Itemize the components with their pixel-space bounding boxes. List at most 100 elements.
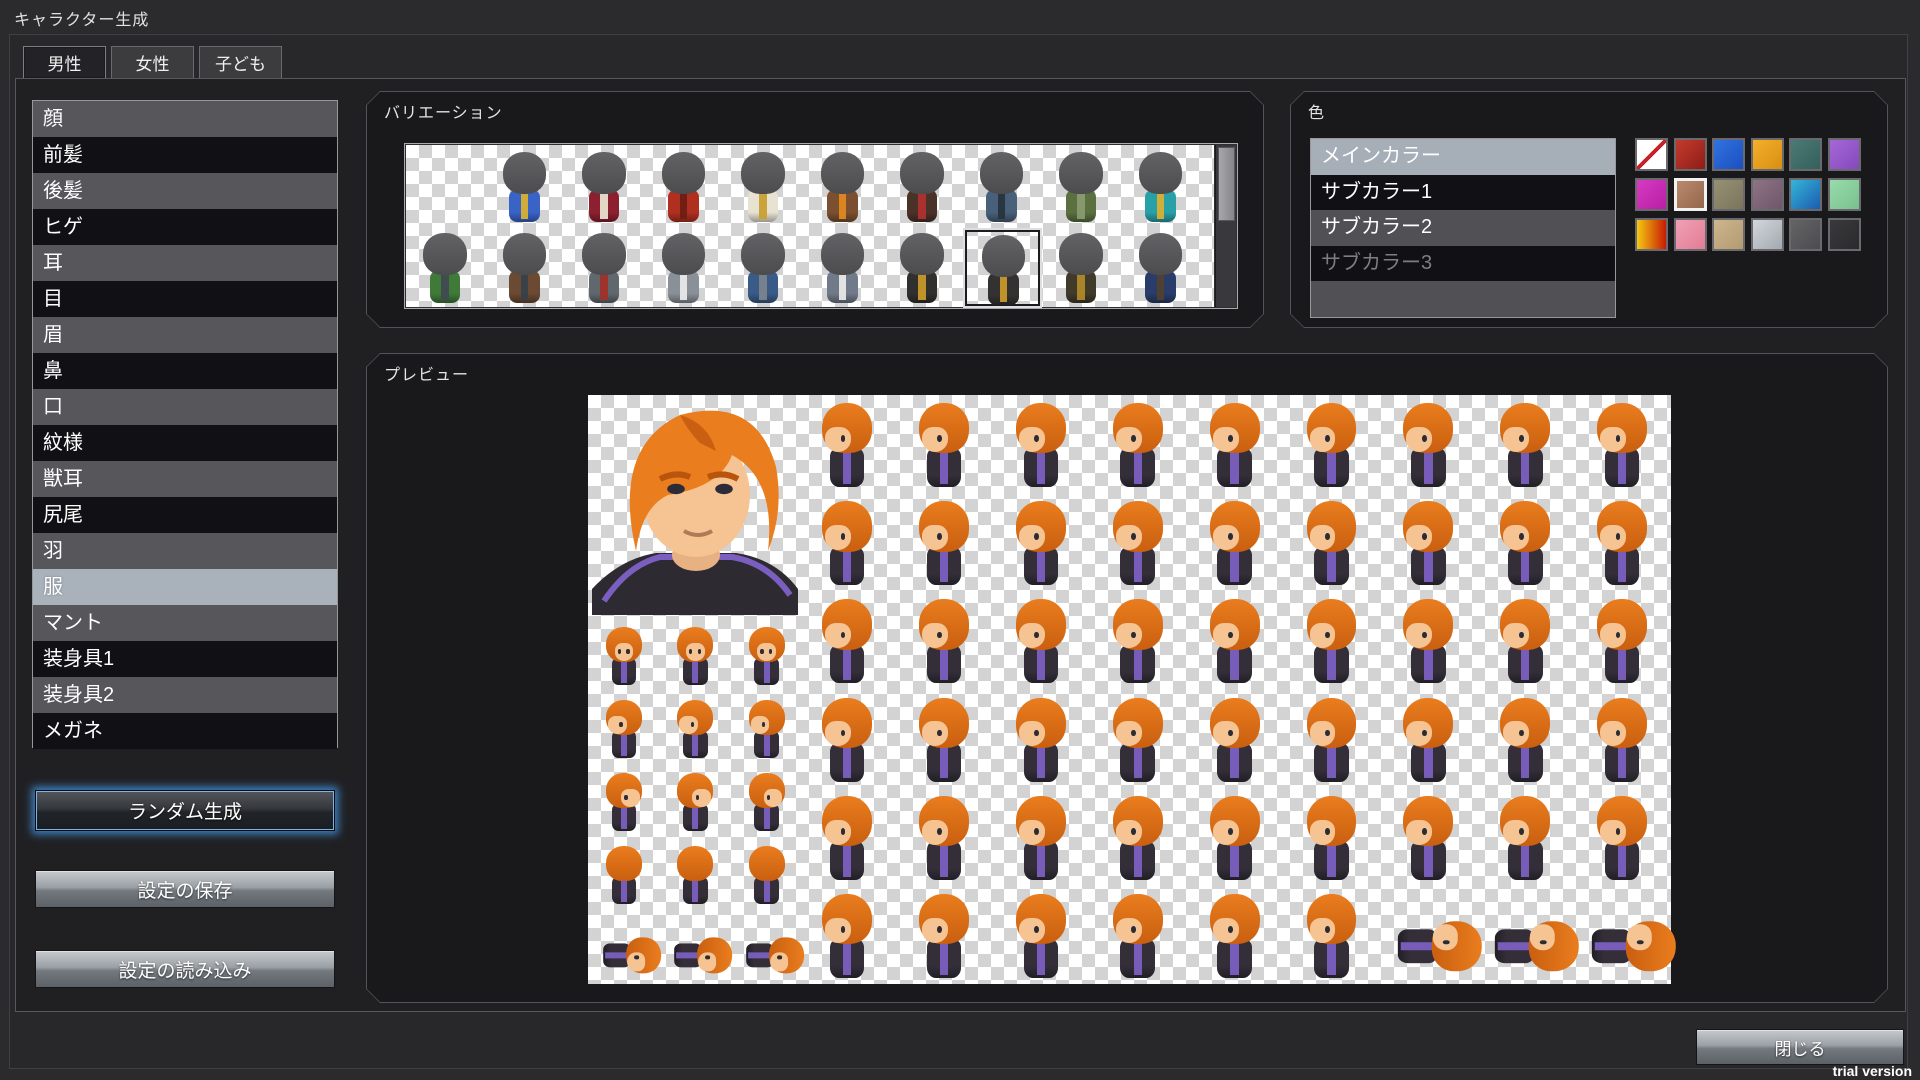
scrollbar-thumb[interactable] — [1218, 147, 1235, 221]
parts-list-item[interactable]: 目 — [33, 281, 337, 317]
parts-list-item[interactable]: 装身具1 — [33, 641, 337, 677]
variation-cell[interactable] — [645, 228, 724, 308]
color-swatch[interactable] — [1635, 178, 1668, 211]
battler-sprite — [1300, 599, 1364, 683]
battler-sprite — [1396, 796, 1460, 880]
load-settings-button[interactable]: 設定の読み込み — [35, 950, 335, 988]
save-settings-button[interactable]: 設定の保存 — [35, 870, 335, 908]
sprite-face — [825, 820, 851, 845]
variation-cell[interactable] — [963, 147, 1042, 227]
color-swatch[interactable] — [1828, 178, 1861, 211]
tab-child[interactable]: 子ども — [199, 46, 282, 79]
color-swatch[interactable] — [1751, 138, 1784, 171]
parts-list-item[interactable]: 鼻 — [33, 353, 337, 389]
parts-list-item[interactable]: 羽 — [33, 533, 337, 569]
variation-cell[interactable] — [724, 147, 803, 227]
parts-list-item[interactable]: マント — [33, 605, 337, 641]
sprite-head — [1597, 599, 1647, 649]
sprite-body-trim — [759, 192, 766, 219]
color-swatch[interactable] — [1751, 218, 1784, 251]
color-swatch[interactable] — [1712, 138, 1745, 171]
color-target-list: メインカラー サブカラー1 サブカラー2 サブカラー3 — [1310, 138, 1616, 318]
variation-cell[interactable] — [645, 147, 724, 227]
parts-list-item[interactable]: 紋様 — [33, 425, 337, 461]
variation-cell[interactable] — [565, 228, 644, 308]
color-swatch[interactable] — [1789, 218, 1822, 251]
sprite-body — [683, 731, 708, 758]
color-swatch[interactable] — [1674, 178, 1707, 211]
mannequin-sprite — [656, 152, 712, 222]
sprite-eye — [1325, 435, 1330, 442]
sprite-body-trim — [1327, 942, 1335, 974]
battler-sprite — [815, 894, 879, 978]
color-swatch[interactable] — [1674, 138, 1707, 171]
color-swatch[interactable] — [1635, 138, 1668, 171]
battler-sprite — [1203, 599, 1267, 683]
variation-cell[interactable] — [486, 147, 565, 227]
variation-cell[interactable] — [1042, 228, 1121, 308]
parts-list-item[interactable]: 眉 — [33, 317, 337, 353]
variation-cell[interactable] — [724, 228, 803, 308]
walk-sprite — [603, 932, 661, 978]
sprite-eye — [1443, 940, 1450, 945]
color-swatch[interactable] — [1828, 138, 1861, 171]
sprite-body — [1508, 547, 1543, 586]
sprite-body — [1605, 448, 1640, 487]
color-swatch[interactable] — [1751, 178, 1784, 211]
sprite-body-trim — [843, 746, 851, 778]
sprite-body — [830, 448, 865, 487]
mannequin-sprite — [576, 152, 632, 222]
variation-cell[interactable] — [1042, 147, 1121, 227]
parts-list-item[interactable]: メガネ — [33, 713, 337, 749]
variation-cell[interactable] — [1122, 147, 1201, 227]
variation-cell[interactable] — [804, 147, 883, 227]
color-swatch[interactable] — [1789, 138, 1822, 171]
color-swatch[interactable] — [1635, 218, 1668, 251]
parts-list-item[interactable]: 装身具2 — [33, 677, 337, 713]
sprite-body — [612, 731, 637, 758]
variation-cell[interactable] — [406, 147, 485, 227]
tab-male[interactable]: 男性 — [23, 46, 106, 79]
variation-cell[interactable] — [1122, 228, 1201, 308]
sprite-eye — [1325, 632, 1330, 639]
sprite-body — [1120, 645, 1155, 684]
parts-list-item[interactable]: 尻尾 — [33, 497, 337, 533]
parts-list-item[interactable]: ヒゲ — [33, 209, 337, 245]
variation-scrollbar[interactable] — [1215, 145, 1236, 307]
parts-list-item[interactable]: 顔 — [33, 101, 337, 137]
parts-list-item[interactable]: 服 — [33, 569, 337, 605]
variation-cell[interactable] — [963, 228, 1042, 308]
variation-cell[interactable] — [883, 147, 962, 227]
color-target-item[interactable]: サブカラー2 — [1311, 210, 1615, 246]
parts-list-item[interactable]: 獣耳 — [33, 461, 337, 497]
random-generate-button[interactable]: ランダム生成 — [35, 790, 335, 831]
variation-cell[interactable] — [565, 147, 644, 227]
tab-female[interactable]: 女性 — [111, 46, 194, 79]
variation-cell[interactable] — [486, 228, 565, 308]
sprite-face — [1213, 427, 1239, 452]
sprite-body-trim — [1618, 746, 1626, 778]
sprite-body-trim — [1424, 451, 1432, 483]
color-swatch[interactable] — [1828, 218, 1861, 251]
variation-cell[interactable] — [883, 228, 962, 308]
parts-list-item[interactable]: 前髪 — [33, 137, 337, 173]
color-swatch[interactable] — [1712, 178, 1745, 211]
sprite-body-trim — [680, 273, 687, 300]
color-target-item[interactable]: サブカラー1 — [1311, 175, 1615, 211]
parts-list-item[interactable]: 口 — [33, 389, 337, 425]
variation-cell[interactable] — [804, 228, 883, 308]
color-target-item[interactable]: サブカラー3 — [1311, 246, 1615, 282]
sprite-body-trim — [764, 806, 770, 828]
parts-list-item[interactable]: 後髪 — [33, 173, 337, 209]
color-swatch-grid — [1635, 138, 1867, 256]
battler-sprite — [1493, 698, 1557, 782]
color-target-item[interactable]: メインカラー — [1311, 139, 1615, 175]
color-swatch[interactable] — [1789, 178, 1822, 211]
color-swatch[interactable] — [1674, 218, 1707, 251]
sprite-head — [677, 627, 713, 662]
parts-list-item[interactable]: 耳 — [33, 245, 337, 281]
variation-cell[interactable] — [406, 228, 485, 308]
color-swatch[interactable] — [1712, 218, 1745, 251]
sprite-body-trim — [605, 952, 627, 958]
close-button[interactable]: 閉じる — [1696, 1029, 1904, 1065]
